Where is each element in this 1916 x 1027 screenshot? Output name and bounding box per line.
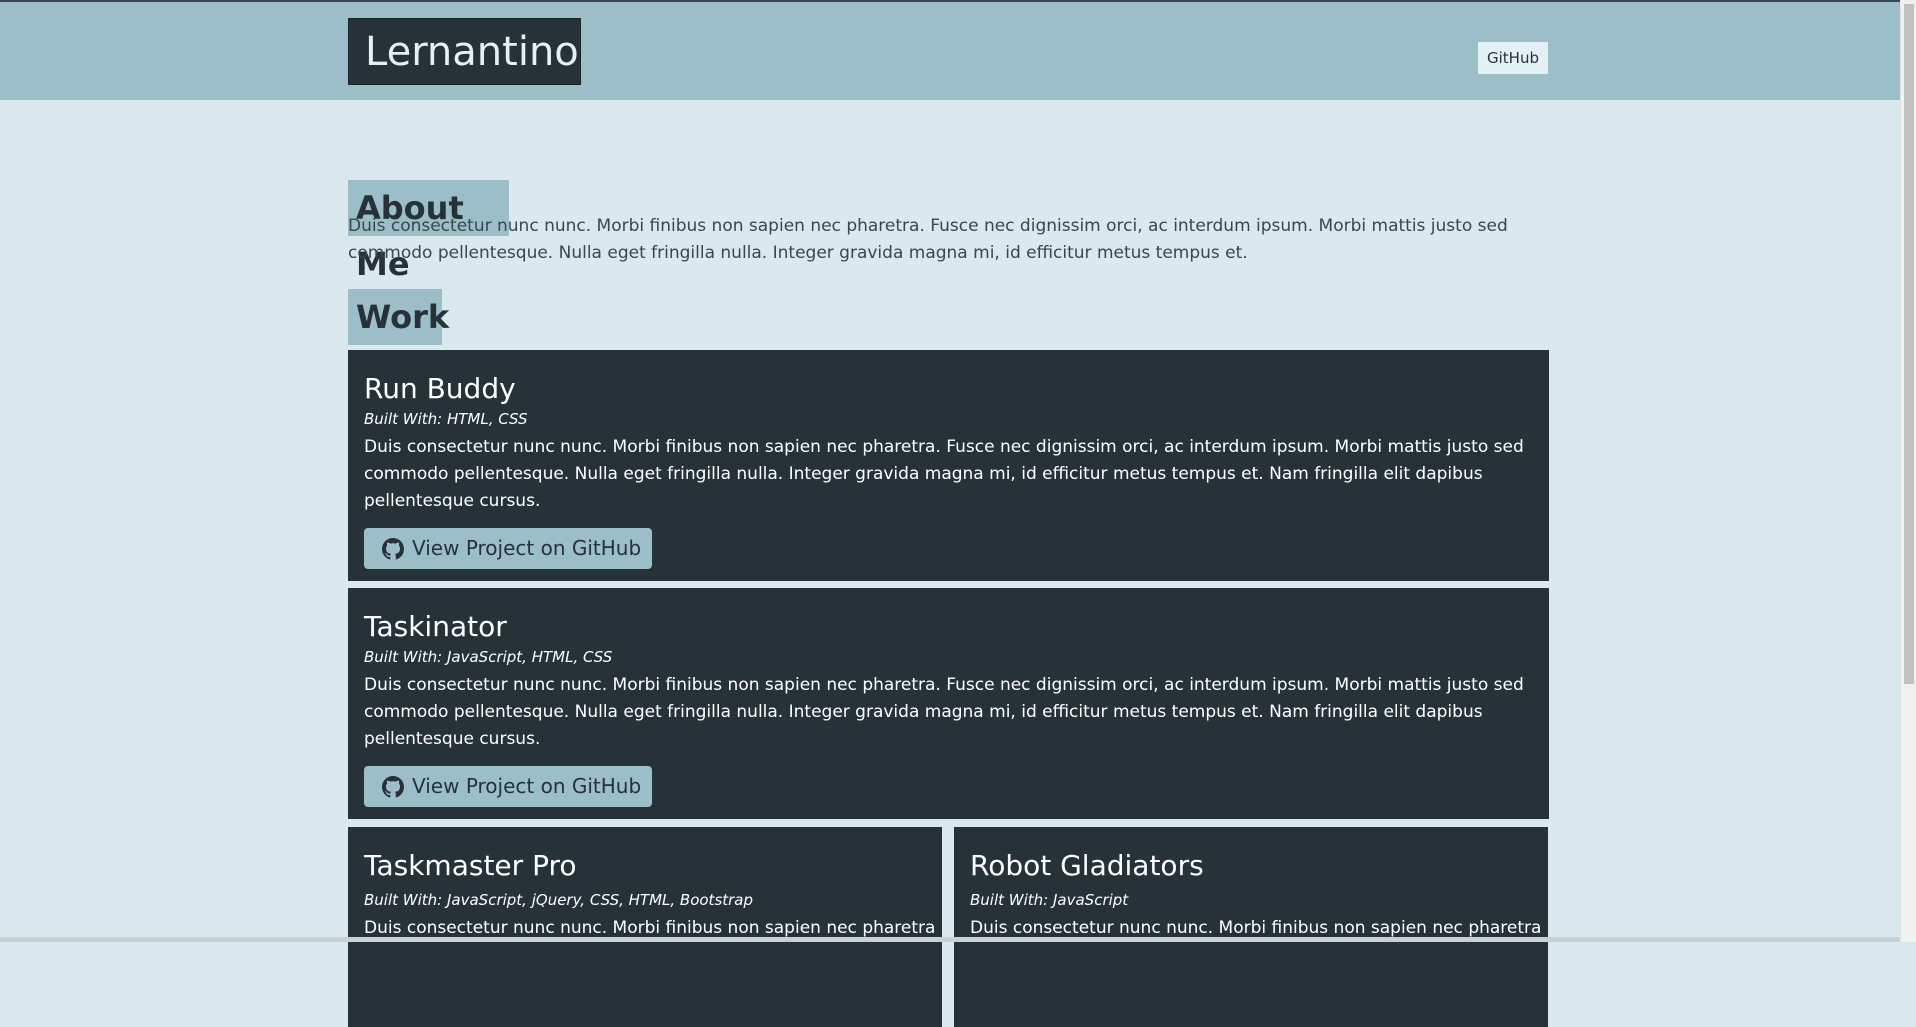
work-heading: Work [348, 289, 449, 345]
project-description: Duis consectetur nunc nunc. Morbi finibu… [364, 437, 1524, 511]
view-project-github-button[interactable]: View Project on GitHub [364, 766, 652, 807]
project-description: Duis consectetur nunc nunc. Morbi finibu… [364, 675, 1524, 749]
project-card-taskmaster-pro: Taskmaster Pro Built With: JavaScript, j… [348, 827, 942, 1027]
button-label: View Project on GitHub [412, 774, 642, 798]
project-title: Taskmaster Pro [364, 849, 577, 882]
about-text: Duis consectetur nunc nunc. Morbi finibu… [348, 216, 1508, 263]
scrollbar-thumb[interactable] [1904, 4, 1914, 684]
project-card-robot-gladiators: Robot Gladiators Built With: JavaScript … [954, 827, 1548, 1027]
project-title: Run Buddy [364, 372, 516, 405]
horizontal-scrollbar[interactable] [0, 937, 1900, 942]
site-brand[interactable]: Lernantino [348, 18, 581, 85]
view-project-github-button[interactable]: View Project on GitHub [364, 528, 652, 569]
project-built-with: Built With: JavaScript, jQuery, CSS, HTM… [364, 891, 754, 909]
button-label: View Project on GitHub [412, 536, 642, 560]
project-built-with: Built With: HTML, CSS [364, 410, 528, 428]
project-card-taskinator: Taskinator Built With: JavaScript, HTML,… [348, 588, 1549, 819]
project-built-with: Built With: JavaScript, HTML, CSS [364, 648, 613, 666]
project-title: Taskinator [364, 610, 507, 643]
github-icon [382, 537, 404, 559]
vertical-scrollbar[interactable] [1900, 0, 1916, 942]
project-card-run-buddy: Run Buddy Built With: HTML, CSS Duis con… [348, 350, 1549, 581]
project-title: Robot Gladiators [970, 849, 1204, 882]
site-header: Lernantino GitHub [0, 2, 1900, 100]
nav-github-link[interactable]: GitHub [1478, 42, 1548, 74]
main-content: About Me Duis consectetur nunc nunc. Mor… [0, 100, 1900, 1027]
github-icon [382, 775, 404, 797]
project-built-with: Built With: JavaScript [970, 891, 1129, 909]
